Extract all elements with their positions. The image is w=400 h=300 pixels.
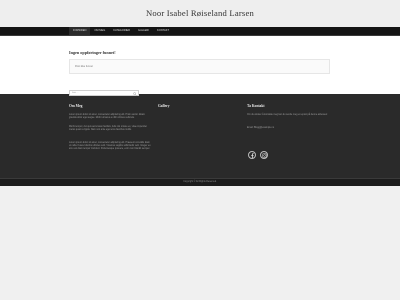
about-title: Om Meg [69,104,83,108]
facebook-icon [250,152,254,158]
about-paragraph-1: Lorem ipsum dolor sit amet, consectetur … [69,114,145,120]
site-title[interactable]: Noor Isabel Røiseland Larsen [0,8,400,18]
copyright-text: Copyright © All Rights Reserved. [183,181,217,183]
nav-item-kategorier[interactable]: Kategorier [109,27,134,35]
main-navigation: Forsiden Om meg Kategorier Galleri Konta… [0,27,400,36]
nav-item-galleri[interactable]: Galleri [134,27,153,35]
contact-text: Om du ønsker å kontakte meg kan du sende… [247,114,328,116]
instagram-icon [261,152,267,158]
search-placeholder: Søk ... [72,92,79,94]
contact-title: Ta Kontakt [247,104,265,108]
footer-bottom-bar: Copyright © All Rights Reserved. [0,178,400,186]
about-paragraph-2: Morbi tempor, dui quis accumsan facilisi… [69,126,147,132]
contact-email[interactable]: Email: Blogg@example.no [247,127,331,130]
main-content: Ingen oppføringer funnet! Post ikke funn… [0,36,400,94]
search-icon[interactable] [133,91,137,96]
facebook-link[interactable] [248,151,256,159]
notice-box: Post ikke funnet [69,59,330,74]
search-input[interactable]: Søk ... [69,90,139,96]
page-title: Ingen oppføringer funnet! [69,50,116,55]
site-footer [0,94,400,178]
about-paragraph-3: Lorem ipsum dolor sit amet, consectetur … [69,142,151,151]
nav-item-forsiden[interactable]: Forsiden [69,27,91,35]
nav-item-kontakt[interactable]: Kontakt [153,27,173,35]
notice-text: Post ikke funnet [75,65,93,68]
nav-item-om-meg[interactable]: Om meg [90,27,109,35]
gallery-title: Gallery [158,104,170,108]
instagram-link[interactable] [260,151,268,159]
site-header: Noor Isabel Røiseland Larsen [0,0,400,28]
